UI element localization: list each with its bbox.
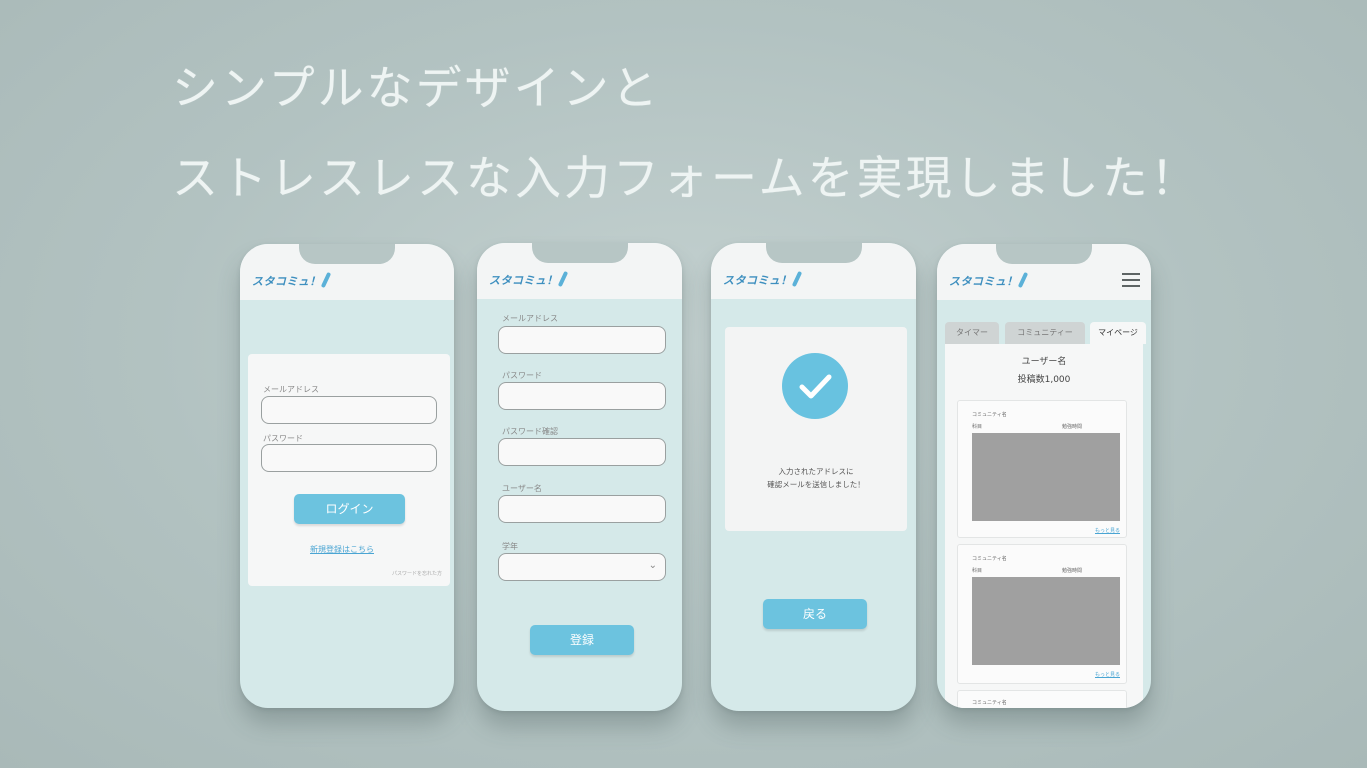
email-field[interactable] (261, 396, 437, 424)
phone-notch (996, 244, 1092, 264)
post-card[interactable]: コミュニティ名 (957, 690, 1127, 708)
app-logo: スタコミュ！ (723, 270, 803, 288)
password-confirm-label: パスワード確認 (502, 427, 558, 436)
check-icon (782, 353, 848, 419)
post-more-link[interactable]: もっと見る (1095, 671, 1120, 678)
post-community: コミュニティ名 (972, 700, 1007, 706)
password-field[interactable] (261, 444, 437, 472)
app-logo: スタコミュ！ (949, 271, 1029, 289)
headline-line-1: シンプルなデザインと (172, 61, 661, 115)
phone-notch (299, 244, 395, 264)
hamburger-menu-icon[interactable] (1122, 273, 1140, 291)
login-button[interactable]: ログイン (294, 494, 405, 524)
tab-mypage[interactable]: マイページ (1090, 322, 1146, 344)
confirm-message-line-1: 入力されたアドレスに (778, 467, 854, 476)
phone-confirm-screen: スタコミュ！ 入力されたアドレスに 確認メールを送信しました！ 戻る (711, 243, 916, 711)
post-subject: 科目 (972, 568, 983, 574)
grade-label: 学年 (502, 542, 518, 551)
post-count-text: 投稿数1,000 (1017, 375, 1071, 385)
post-image (972, 577, 1120, 665)
confirm-message-line-2: 確認メールを送信しました！ (767, 480, 865, 489)
password-confirm-field[interactable] (498, 438, 666, 466)
phone-notch (531, 243, 628, 263)
phone-notch (765, 243, 862, 263)
post-time: 勉強時間 (1062, 568, 1083, 574)
post-card[interactable]: コミュニティ名 科目 勉強時間 もっと見る (957, 544, 1127, 684)
register-button[interactable]: 登録 (530, 625, 634, 655)
forgot-password-link[interactable]: パスワードを忘れた方 (392, 570, 442, 577)
username-field[interactable] (498, 495, 666, 523)
post-community: コミュニティ名 (972, 412, 1007, 418)
post-time: 勉強時間 (1062, 424, 1083, 430)
password-label: パスワード (263, 434, 303, 443)
phone-mypage-screen: スタコミュ！ タイマー コミュニティー マイページ ユーザー名 投稿数1,000… (937, 244, 1151, 708)
post-community: コミュニティ名 (972, 556, 1007, 562)
grade-select[interactable]: ⌄ (498, 553, 666, 581)
post-more-link[interactable]: もっと見る (1095, 527, 1120, 534)
phone-register-screen: スタコミュ！ メールアドレス パスワード パスワード確認 ユーザー名 学年 ⌄ … (477, 243, 682, 711)
post-subject: 科目 (972, 424, 983, 430)
password-field[interactable] (498, 382, 666, 410)
email-label: メールアドレス (263, 385, 319, 394)
app-logo: スタコミュ！ (489, 270, 569, 288)
phone-login-screen: スタコミュ！ メールアドレス パスワード ログイン 新規登録はこちら パスワード… (240, 244, 454, 708)
chevron-down-icon: ⌄ (648, 560, 657, 571)
mypage-panel: ユーザー名 投稿数1,000 コミュニティ名 科目 勉強時間 もっと見る コミュ… (945, 344, 1143, 708)
tab-timer[interactable]: タイマー (945, 322, 999, 344)
login-card: メールアドレス パスワード ログイン 新規登録はこちら パスワードを忘れた方 (248, 354, 450, 586)
signup-link[interactable]: 新規登録はこちら (310, 544, 374, 555)
username-text: ユーザー名 (1021, 357, 1067, 367)
email-label: メールアドレス (502, 314, 558, 323)
headline-line-2: ストレスレスな入力フォームを実現しました！ (172, 151, 1200, 205)
confirm-card: 入力されたアドレスに 確認メールを送信しました！ (725, 327, 907, 531)
username-label: ユーザー名 (502, 484, 542, 493)
post-card[interactable]: コミュニティ名 科目 勉強時間 もっと見る (957, 400, 1127, 538)
email-field[interactable] (498, 326, 666, 354)
back-button[interactable]: 戻る (763, 599, 867, 629)
post-image (972, 433, 1120, 521)
app-logo: スタコミュ！ (252, 271, 332, 289)
password-label: パスワード (502, 371, 542, 380)
tab-community[interactable]: コミュニティー (1005, 322, 1085, 344)
